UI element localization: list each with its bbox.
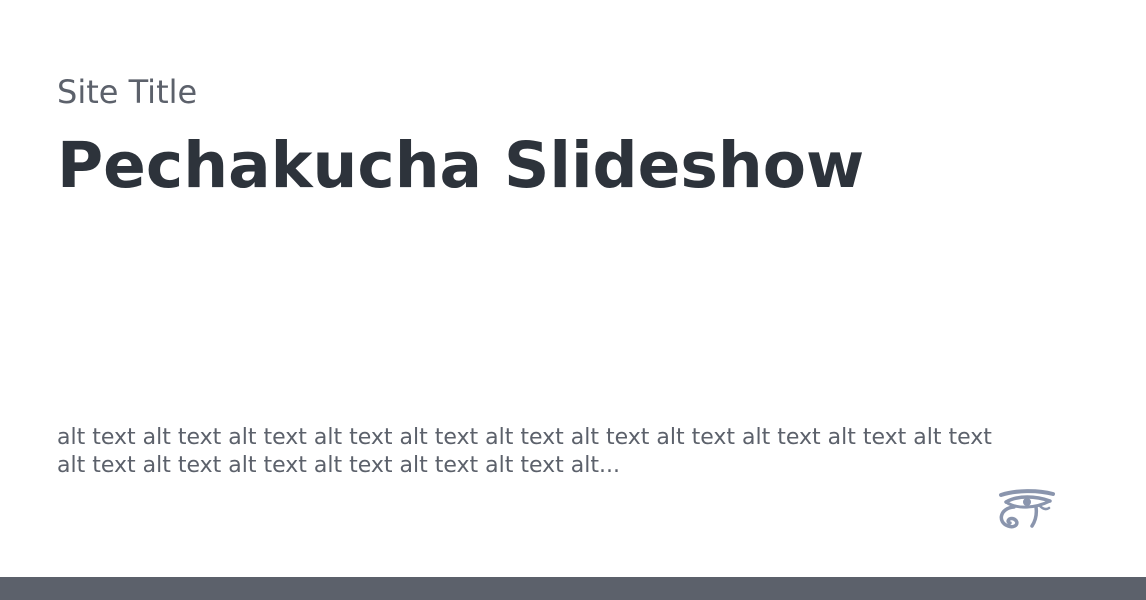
eye-of-horus-icon <box>999 489 1055 529</box>
footer-bar <box>0 577 1146 600</box>
page-title: Pechakucha Slideshow <box>57 129 865 202</box>
social-card: Site Title Pechakucha Slideshow alt text… <box>0 0 1146 577</box>
site-title: Site Title <box>57 73 198 111</box>
page-description: alt text alt text alt text alt text alt … <box>57 425 992 478</box>
